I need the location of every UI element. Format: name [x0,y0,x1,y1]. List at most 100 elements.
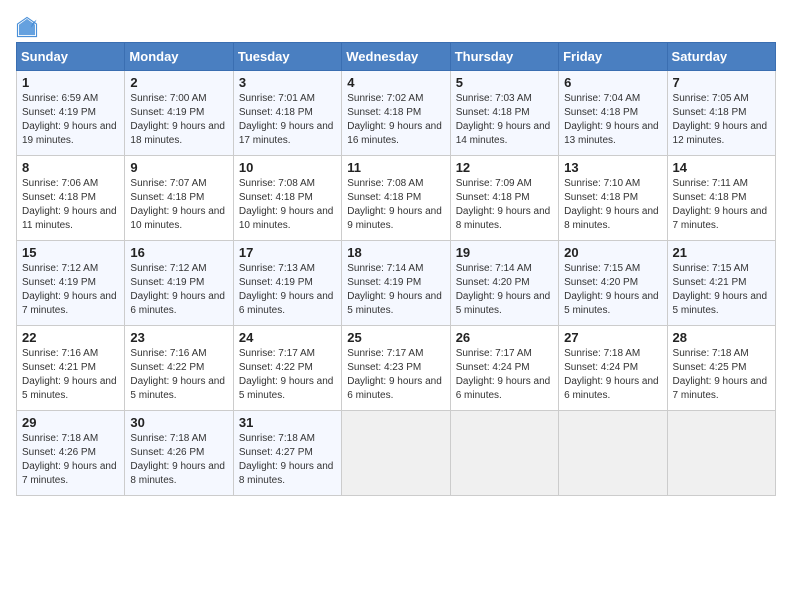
calendar-cell: 16 Sunrise: 7:12 AM Sunset: 4:19 PM Dayl… [125,241,233,326]
calendar-cell: 17 Sunrise: 7:13 AM Sunset: 4:19 PM Dayl… [233,241,341,326]
calendar-cell: 15 Sunrise: 7:12 AM Sunset: 4:19 PM Dayl… [17,241,125,326]
day-number: 27 [564,330,661,345]
calendar-cell: 13 Sunrise: 7:10 AM Sunset: 4:18 PM Dayl… [559,156,667,241]
cell-content: Sunrise: 7:14 AM Sunset: 4:20 PM Dayligh… [456,262,553,318]
day-number: 21 [673,245,770,260]
calendar-cell: 9 Sunrise: 7:07 AM Sunset: 4:18 PM Dayli… [125,156,233,241]
day-number: 25 [347,330,444,345]
calendar-cell: 1 Sunrise: 6:59 AM Sunset: 4:19 PM Dayli… [17,71,125,156]
cell-content: Sunrise: 7:17 AM Sunset: 4:24 PM Dayligh… [456,347,553,403]
cell-content: Sunrise: 7:07 AM Sunset: 4:18 PM Dayligh… [130,177,227,233]
day-number: 29 [22,415,119,430]
calendar-cell: 14 Sunrise: 7:11 AM Sunset: 4:18 PM Dayl… [667,156,775,241]
day-number: 2 [130,75,227,90]
calendar-week-2: 8 Sunrise: 7:06 AM Sunset: 4:18 PM Dayli… [17,156,776,241]
cell-content: Sunrise: 7:05 AM Sunset: 4:18 PM Dayligh… [673,92,770,148]
day-number: 17 [239,245,336,260]
calendar-cell: 12 Sunrise: 7:09 AM Sunset: 4:18 PM Dayl… [450,156,558,241]
header-friday: Friday [559,43,667,71]
calendar-cell: 3 Sunrise: 7:01 AM Sunset: 4:18 PM Dayli… [233,71,341,156]
header-saturday: Saturday [667,43,775,71]
cell-content: Sunrise: 7:16 AM Sunset: 4:22 PM Dayligh… [130,347,227,403]
day-number: 6 [564,75,661,90]
calendar-cell: 21 Sunrise: 7:15 AM Sunset: 4:21 PM Dayl… [667,241,775,326]
calendar-cell: 4 Sunrise: 7:02 AM Sunset: 4:18 PM Dayli… [342,71,450,156]
cell-content: Sunrise: 7:18 AM Sunset: 4:25 PM Dayligh… [673,347,770,403]
day-number: 7 [673,75,770,90]
cell-content: Sunrise: 7:18 AM Sunset: 4:27 PM Dayligh… [239,432,336,488]
cell-content: Sunrise: 7:12 AM Sunset: 4:19 PM Dayligh… [22,262,119,318]
cell-content: Sunrise: 7:09 AM Sunset: 4:18 PM Dayligh… [456,177,553,233]
day-number: 3 [239,75,336,90]
day-number: 13 [564,160,661,175]
calendar-cell: 29 Sunrise: 7:18 AM Sunset: 4:26 PM Dayl… [17,411,125,496]
cell-content: Sunrise: 7:17 AM Sunset: 4:22 PM Dayligh… [239,347,336,403]
cell-content: Sunrise: 6:59 AM Sunset: 4:19 PM Dayligh… [22,92,119,148]
day-number: 16 [130,245,227,260]
calendar-cell: 19 Sunrise: 7:14 AM Sunset: 4:20 PM Dayl… [450,241,558,326]
day-number: 9 [130,160,227,175]
calendar-cell: 2 Sunrise: 7:00 AM Sunset: 4:19 PM Dayli… [125,71,233,156]
day-number: 10 [239,160,336,175]
day-number: 5 [456,75,553,90]
cell-content: Sunrise: 7:18 AM Sunset: 4:26 PM Dayligh… [22,432,119,488]
logo-icon [16,16,38,38]
calendar-week-5: 29 Sunrise: 7:18 AM Sunset: 4:26 PM Dayl… [17,411,776,496]
header-tuesday: Tuesday [233,43,341,71]
day-number: 18 [347,245,444,260]
calendar-cell: 18 Sunrise: 7:14 AM Sunset: 4:19 PM Dayl… [342,241,450,326]
calendar-cell: 25 Sunrise: 7:17 AM Sunset: 4:23 PM Dayl… [342,326,450,411]
header-wednesday: Wednesday [342,43,450,71]
calendar-cell: 26 Sunrise: 7:17 AM Sunset: 4:24 PM Dayl… [450,326,558,411]
calendar-cell [559,411,667,496]
calendar-week-1: 1 Sunrise: 6:59 AM Sunset: 4:19 PM Dayli… [17,71,776,156]
page-header [16,16,776,38]
calendar-table: SundayMondayTuesdayWednesdayThursdayFrid… [16,42,776,496]
day-number: 30 [130,415,227,430]
cell-content: Sunrise: 7:14 AM Sunset: 4:19 PM Dayligh… [347,262,444,318]
calendar-cell [342,411,450,496]
calendar-cell: 11 Sunrise: 7:08 AM Sunset: 4:18 PM Dayl… [342,156,450,241]
cell-content: Sunrise: 7:16 AM Sunset: 4:21 PM Dayligh… [22,347,119,403]
calendar-cell: 8 Sunrise: 7:06 AM Sunset: 4:18 PM Dayli… [17,156,125,241]
cell-content: Sunrise: 7:02 AM Sunset: 4:18 PM Dayligh… [347,92,444,148]
cell-content: Sunrise: 7:03 AM Sunset: 4:18 PM Dayligh… [456,92,553,148]
calendar-cell: 23 Sunrise: 7:16 AM Sunset: 4:22 PM Dayl… [125,326,233,411]
cell-content: Sunrise: 7:04 AM Sunset: 4:18 PM Dayligh… [564,92,661,148]
calendar-cell: 6 Sunrise: 7:04 AM Sunset: 4:18 PM Dayli… [559,71,667,156]
header-monday: Monday [125,43,233,71]
day-number: 12 [456,160,553,175]
calendar-cell: 28 Sunrise: 7:18 AM Sunset: 4:25 PM Dayl… [667,326,775,411]
day-number: 22 [22,330,119,345]
calendar-cell: 7 Sunrise: 7:05 AM Sunset: 4:18 PM Dayli… [667,71,775,156]
calendar-cell [450,411,558,496]
day-number: 11 [347,160,444,175]
day-number: 15 [22,245,119,260]
cell-content: Sunrise: 7:17 AM Sunset: 4:23 PM Dayligh… [347,347,444,403]
cell-content: Sunrise: 7:11 AM Sunset: 4:18 PM Dayligh… [673,177,770,233]
calendar-cell: 27 Sunrise: 7:18 AM Sunset: 4:24 PM Dayl… [559,326,667,411]
cell-content: Sunrise: 7:06 AM Sunset: 4:18 PM Dayligh… [22,177,119,233]
header-sunday: Sunday [17,43,125,71]
day-number: 26 [456,330,553,345]
day-number: 14 [673,160,770,175]
cell-content: Sunrise: 7:10 AM Sunset: 4:18 PM Dayligh… [564,177,661,233]
day-number: 4 [347,75,444,90]
cell-content: Sunrise: 7:15 AM Sunset: 4:21 PM Dayligh… [673,262,770,318]
header-thursday: Thursday [450,43,558,71]
cell-content: Sunrise: 7:12 AM Sunset: 4:19 PM Dayligh… [130,262,227,318]
cell-content: Sunrise: 7:08 AM Sunset: 4:18 PM Dayligh… [347,177,444,233]
calendar-week-4: 22 Sunrise: 7:16 AM Sunset: 4:21 PM Dayl… [17,326,776,411]
cell-content: Sunrise: 7:18 AM Sunset: 4:26 PM Dayligh… [130,432,227,488]
cell-content: Sunrise: 7:15 AM Sunset: 4:20 PM Dayligh… [564,262,661,318]
calendar-cell: 31 Sunrise: 7:18 AM Sunset: 4:27 PM Dayl… [233,411,341,496]
cell-content: Sunrise: 7:18 AM Sunset: 4:24 PM Dayligh… [564,347,661,403]
cell-content: Sunrise: 7:13 AM Sunset: 4:19 PM Dayligh… [239,262,336,318]
day-number: 31 [239,415,336,430]
day-number: 23 [130,330,227,345]
calendar-cell: 30 Sunrise: 7:18 AM Sunset: 4:26 PM Dayl… [125,411,233,496]
calendar-header-row: SundayMondayTuesdayWednesdayThursdayFrid… [17,43,776,71]
calendar-week-3: 15 Sunrise: 7:12 AM Sunset: 4:19 PM Dayl… [17,241,776,326]
day-number: 24 [239,330,336,345]
cell-content: Sunrise: 7:01 AM Sunset: 4:18 PM Dayligh… [239,92,336,148]
